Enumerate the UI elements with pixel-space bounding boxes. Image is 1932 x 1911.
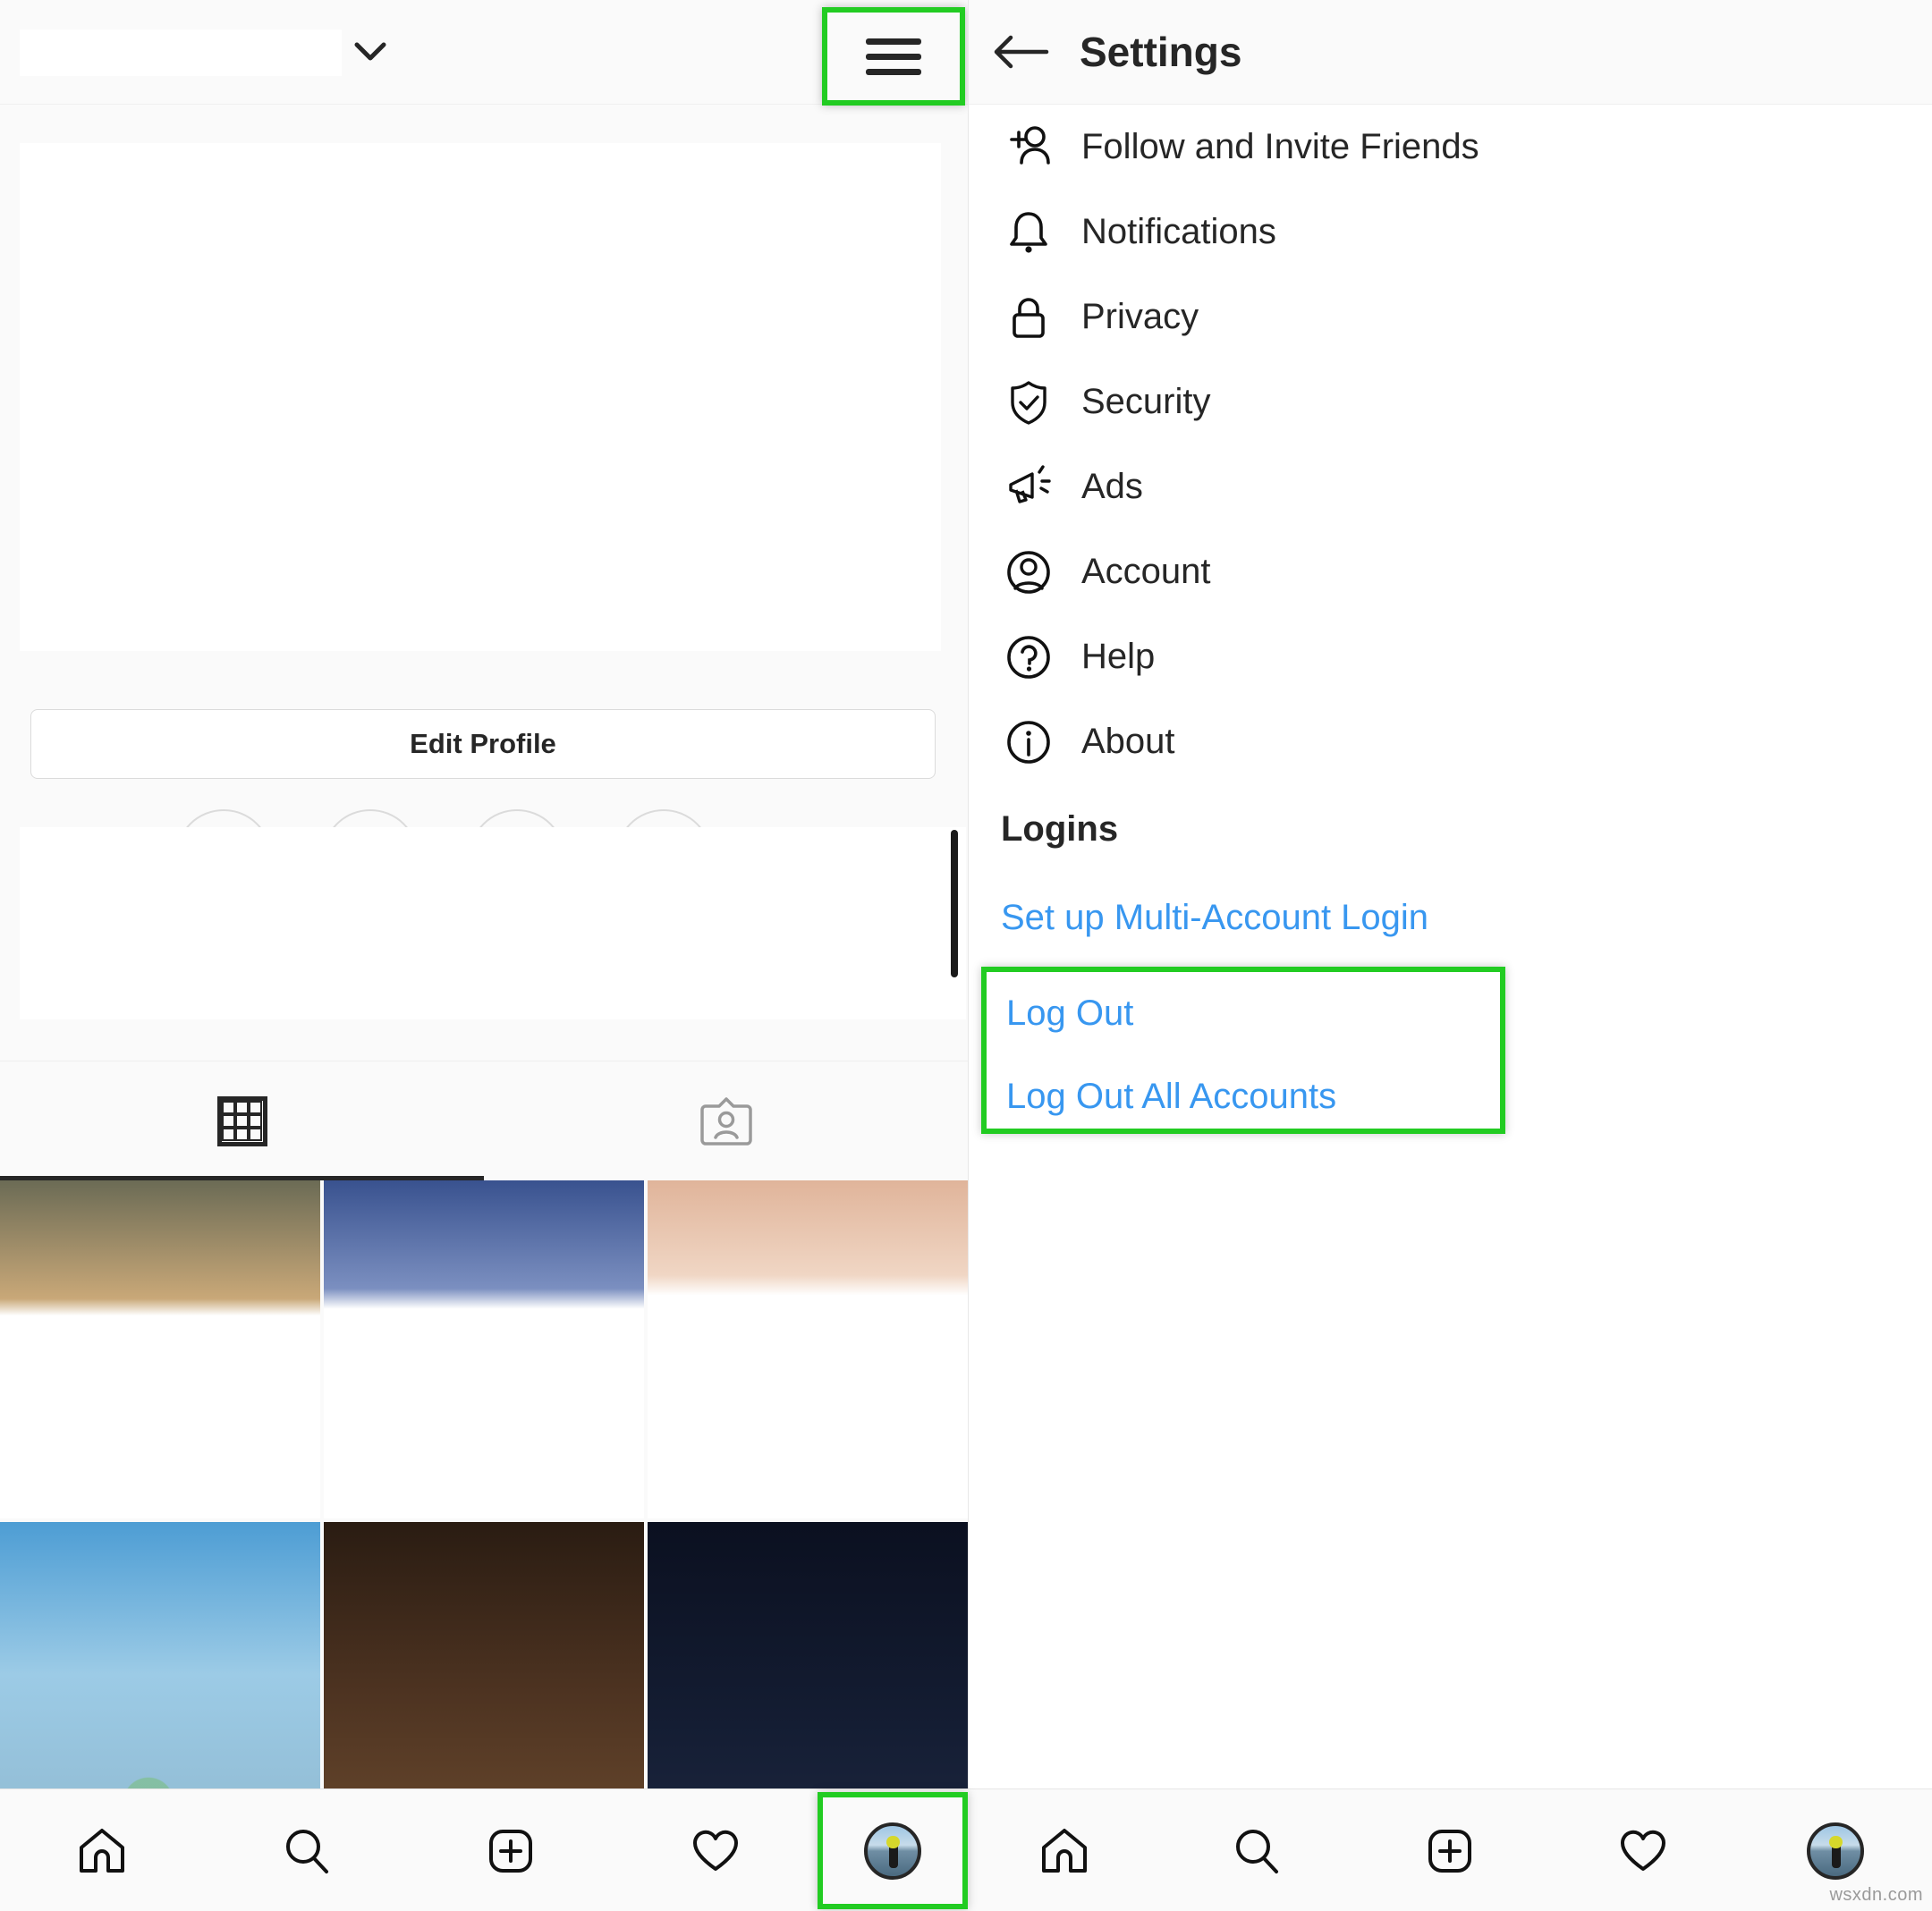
account-circle-icon bbox=[1001, 545, 1056, 600]
grid-photo[interactable] bbox=[0, 1180, 320, 1518]
add-person-icon bbox=[1001, 120, 1056, 175]
avatar bbox=[1807, 1822, 1865, 1880]
settings-item-label: About bbox=[1081, 722, 1175, 761]
log-out-all-accounts-link[interactable]: Log Out All Accounts bbox=[987, 1055, 1500, 1138]
site-watermark: wsxdn.com bbox=[1829, 1885, 1923, 1905]
bell-icon bbox=[1001, 205, 1056, 260]
plus-square-icon[interactable] bbox=[1353, 1789, 1546, 1911]
settings-item-label: Ads bbox=[1081, 467, 1143, 506]
grid-photo[interactable] bbox=[648, 1180, 968, 1518]
username-redacted-field[interactable] bbox=[20, 30, 342, 76]
plus-square-icon[interactable] bbox=[409, 1789, 614, 1911]
page-title: Settings bbox=[1080, 29, 1242, 75]
settings-top-bar: Settings bbox=[969, 0, 1932, 105]
profile-top-bar bbox=[0, 0, 968, 106]
search-icon[interactable] bbox=[1161, 1789, 1354, 1911]
settings-item-privacy[interactable]: Privacy bbox=[969, 275, 1932, 359]
question-circle-icon bbox=[1001, 630, 1056, 685]
settings-item-security[interactable]: Security bbox=[969, 359, 1932, 444]
bottom-nav-left bbox=[0, 1789, 968, 1911]
settings-item-ads[interactable]: Ads bbox=[969, 444, 1932, 529]
settings-item-help[interactable]: Help bbox=[969, 614, 1932, 699]
settings-item-label: Privacy bbox=[1081, 297, 1199, 336]
highlights-redacted-overlay bbox=[20, 827, 966, 1019]
highlights-bottom-strip bbox=[0, 1019, 968, 1061]
back-arrow-icon[interactable] bbox=[985, 16, 1056, 88]
tagged-photos-icon bbox=[699, 1094, 754, 1149]
settings-item-follow-invite-friends[interactable]: Follow and Invite Friends bbox=[969, 105, 1932, 190]
settings-item-label: Notifications bbox=[1081, 212, 1276, 251]
profile-tab-bar bbox=[0, 1061, 968, 1180]
heart-icon[interactable] bbox=[614, 1789, 818, 1911]
sidebar-item-grid-tab[interactable] bbox=[0, 1061, 484, 1180]
search-icon[interactable] bbox=[205, 1789, 410, 1911]
settings-item-notifications[interactable]: Notifications bbox=[969, 190, 1932, 275]
edit-profile-button[interactable]: Edit Profile bbox=[30, 709, 936, 779]
grid-photo[interactable] bbox=[324, 1180, 644, 1518]
settings-screen-panel: Settings Follow and Invite Friends Notif… bbox=[968, 0, 1932, 1911]
shield-check-icon bbox=[1001, 375, 1056, 430]
profile-avatar-icon[interactable] bbox=[818, 1792, 968, 1909]
profile-photo-grid bbox=[0, 1180, 968, 1860]
screenshot-root: Edit Profile Settings Follow and Invite … bbox=[0, 0, 1932, 1911]
hamburger-menu-icon[interactable] bbox=[822, 7, 965, 106]
settings-item-label: Account bbox=[1081, 552, 1211, 591]
setup-multi-account-login-link[interactable]: Set up Multi-Account Login bbox=[969, 874, 1932, 961]
chevron-down-icon[interactable] bbox=[352, 34, 388, 70]
logins-section-title: Logins bbox=[1001, 808, 1119, 849]
log-out-link[interactable]: Log Out bbox=[987, 972, 1500, 1055]
grid-icon bbox=[216, 1095, 267, 1146]
settings-menu-list: Follow and Invite Friends Notifications bbox=[969, 105, 1932, 1049]
settings-item-account[interactable]: Account bbox=[969, 529, 1932, 614]
hamburger-bars bbox=[866, 30, 921, 84]
avatar bbox=[864, 1822, 921, 1880]
sidebar-item-tagged-tab[interactable] bbox=[484, 1061, 968, 1180]
settings-item-label: Help bbox=[1081, 637, 1156, 676]
profile-info-redacted-area bbox=[20, 143, 941, 651]
heart-icon[interactable] bbox=[1546, 1789, 1740, 1911]
bottom-navigation-bar: wsxdn.com bbox=[0, 1788, 1932, 1911]
settings-item-label: Follow and Invite Friends bbox=[1081, 127, 1479, 166]
settings-item-about[interactable]: About bbox=[969, 699, 1932, 784]
megaphone-icon bbox=[1001, 460, 1056, 515]
profile-screen-panel: Edit Profile bbox=[0, 0, 968, 1911]
lock-icon bbox=[1001, 290, 1056, 345]
vertical-scrollbar[interactable] bbox=[951, 830, 958, 977]
info-circle-icon bbox=[1001, 715, 1056, 770]
bottom-nav-right bbox=[968, 1789, 1932, 1911]
logout-highlight-box: Log Out Log Out All Accounts bbox=[981, 967, 1505, 1134]
home-icon[interactable] bbox=[0, 1789, 205, 1911]
settings-item-label: Security bbox=[1081, 382, 1211, 421]
home-icon[interactable] bbox=[968, 1789, 1161, 1911]
